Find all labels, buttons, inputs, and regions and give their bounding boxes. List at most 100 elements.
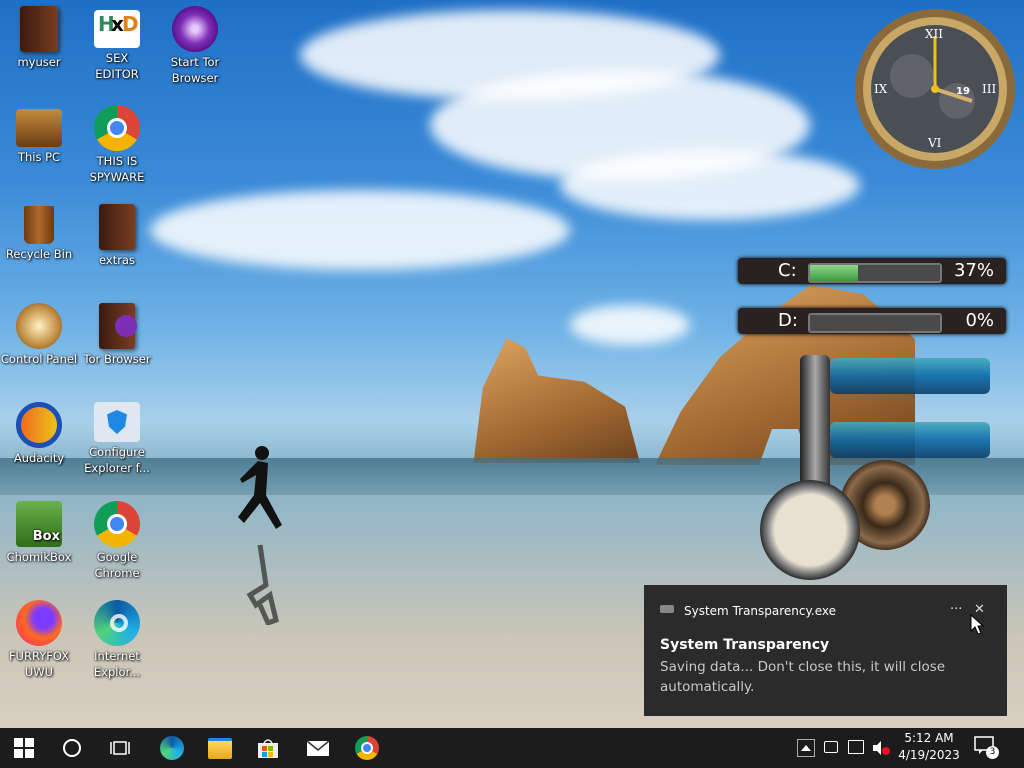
mail-icon (306, 740, 330, 756)
taskbar-file-explorer[interactable] (196, 728, 244, 768)
desktop-icon-sex-editor[interactable]: H x D SEX EDITOR (78, 0, 156, 82)
pressure-gauge (760, 480, 860, 580)
cloud (570, 305, 690, 345)
runner-silhouette (238, 446, 282, 625)
clock-numeral-6: VI (928, 136, 942, 150)
desktop-icon-recycle-bin[interactable]: Recycle Bin (0, 198, 78, 262)
chevron-up-icon (801, 745, 811, 751)
icon-label: THIS IS SPYWARE (89, 154, 145, 184)
blue-tube (830, 422, 990, 458)
edge-icon (94, 600, 140, 646)
icon-label: Recycle Bin (5, 247, 73, 261)
control-panel-icon (16, 303, 62, 349)
tor-folder-icon (99, 303, 137, 349)
drive-track (808, 263, 942, 283)
icon-label: Audacity (13, 451, 65, 465)
chrome-icon (94, 105, 140, 151)
desktop-icon-myuser[interactable]: myuser (0, 0, 78, 70)
desktop-icon-chomikbox[interactable]: Box ChomikBox (0, 495, 78, 565)
taskbar-edge[interactable] (148, 728, 196, 768)
more-options-button[interactable]: ··· (950, 602, 962, 617)
task-view-icon (110, 741, 130, 755)
chomikbox-icon: Box (16, 501, 62, 547)
notification-toast[interactable]: System Transparency.exe ··· ✕ System Tra… (644, 585, 1007, 716)
steampunk-widget (760, 350, 1000, 585)
icon-label: Configure Explorer f... (84, 445, 150, 475)
taskbar-date: 4/19/2023 (898, 748, 960, 762)
notification-count-badge: 3 (986, 746, 999, 759)
audacity-icon (16, 402, 62, 448)
icon-label: Internet Explor... (93, 649, 141, 679)
desktop-icon-extras[interactable]: extras (78, 198, 156, 268)
start-button[interactable] (0, 728, 48, 768)
network-icon[interactable] (848, 740, 864, 754)
clock-numeral-3: III (982, 82, 997, 96)
drive-track (808, 313, 942, 333)
drive-label: D: (778, 310, 798, 331)
notification-app-name: System Transparency.exe (684, 604, 836, 618)
drive-fill (810, 265, 859, 281)
icon-label: extras (99, 253, 135, 267)
desktop-icon-tor-browser[interactable]: Tor Browser (78, 297, 156, 367)
chrome-icon (94, 501, 140, 547)
desktop-icon-furryfox[interactable]: FURRYFOX UWU (0, 594, 78, 680)
store-bag-icon (258, 739, 278, 758)
desktop-icon-internet-explorer[interactable]: Internet Explor... (78, 594, 156, 680)
clock-numeral-12: XII (925, 27, 944, 41)
icon-label: This PC (17, 150, 61, 164)
cloud (150, 190, 570, 270)
sea-rock (473, 338, 640, 463)
hex-editor-icon: H x D (94, 10, 140, 48)
app-icon (660, 605, 674, 613)
desktop-icon-configure-explorer[interactable]: Configure Explorer f... (78, 396, 156, 476)
taskbar-mail[interactable] (294, 728, 342, 768)
icon-label: Tor Browser (83, 352, 151, 366)
icon-label: Start Tor Browser (170, 55, 220, 85)
icon-label: ChomikBox (6, 550, 72, 564)
notification-body: Saving data... Don't close this, it will… (660, 659, 946, 695)
clock-date: 19 (956, 86, 970, 97)
taskbar-store[interactable] (244, 728, 292, 768)
edge-icon (160, 736, 184, 760)
drive-gauge-d: D: 0% (738, 308, 1006, 334)
folder-icon (99, 204, 135, 250)
chrome-icon (355, 736, 379, 760)
icon-label: Google Chrome (94, 550, 140, 580)
folder-icon (208, 737, 232, 759)
desktop-icon-this-is-spyware[interactable]: THIS IS SPYWARE (78, 99, 156, 185)
cloud (560, 150, 860, 220)
action-center-button[interactable]: 3 (974, 736, 999, 760)
desktop-icon-start-tor-browser[interactable]: Start Tor Browser (156, 0, 234, 86)
meet-now-icon[interactable] (824, 741, 838, 753)
volume-muted-icon[interactable] (872, 740, 890, 756)
icon-label: myuser (17, 55, 61, 69)
icon-label: Control Panel (0, 352, 78, 366)
computer-icon (16, 109, 62, 147)
drive-label: C: (778, 260, 797, 281)
tor-icon (172, 6, 218, 52)
desktop-icon-control-panel[interactable]: Control Panel (0, 297, 78, 367)
firefox-icon (16, 600, 62, 646)
taskbar-time: 5:12 AM (904, 731, 954, 745)
user-folder-icon (20, 6, 58, 52)
blue-tube (830, 358, 990, 394)
clock-widget[interactable]: XII III VI IX 19 (852, 6, 1018, 172)
taskbar-chrome[interactable] (343, 728, 391, 768)
clock-numeral-9: IX (874, 82, 888, 96)
task-view-button[interactable] (96, 728, 144, 768)
desktop-icon-audacity[interactable]: Audacity (0, 396, 78, 466)
drive-percent: 37% (953, 260, 994, 281)
drive-gauge-c: C: 37% (738, 258, 1006, 284)
icon-label: FURRYFOX UWU (8, 649, 70, 679)
icon-label: SEX EDITOR (95, 51, 139, 81)
mouse-cursor (970, 614, 984, 635)
desktop-icon-google-chrome[interactable]: Google Chrome (78, 495, 156, 581)
shield-icon (94, 402, 140, 442)
cortana-circle-icon (63, 739, 81, 757)
recycle-bin-icon (24, 206, 54, 244)
notification-title: System Transparency (660, 637, 830, 653)
cortana-button[interactable] (48, 728, 96, 768)
desktop-icon-this-pc[interactable]: This PC (0, 99, 78, 165)
clock-button[interactable]: 5:12 AM 4/19/2023 (890, 730, 968, 766)
show-hidden-icons-button[interactable] (797, 739, 815, 757)
